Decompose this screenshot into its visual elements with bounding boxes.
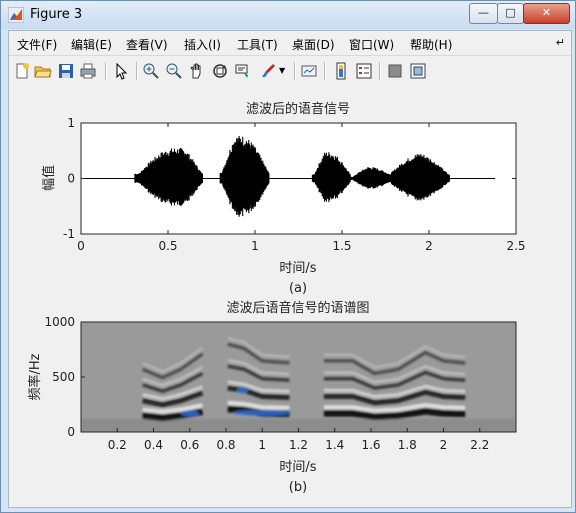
- plot-b-caption: (b): [289, 480, 307, 495]
- figure-canvas: 滤波后的语音信号 0 0.5 1 1.5 2 2.5 -1 0 1 幅值 时间/s (a) 滤波…: [9, 86, 571, 507]
- link-plot-icon[interactable]: [300, 62, 318, 80]
- matlab-icon: [8, 7, 24, 23]
- plot-b-ytick-label: 500: [52, 370, 75, 384]
- toolbar: ▼: [9, 55, 571, 87]
- menu-tools[interactable]: 工具(T): [237, 36, 278, 53]
- colorbar-icon[interactable]: [332, 62, 350, 80]
- toolbar-separator: [294, 62, 296, 80]
- plot-b-xtick-label: 0.6: [180, 438, 199, 452]
- plot-a-ytick-label: 0: [67, 172, 75, 186]
- toolbar-separator: [324, 62, 326, 80]
- maximize-button[interactable]: □: [497, 3, 524, 24]
- plot-b-xtick-label: 1.2: [289, 438, 308, 452]
- plot-b-xtick-label: 0.2: [108, 438, 127, 452]
- zoom-in-icon[interactable]: [142, 62, 160, 80]
- legend-icon[interactable]: [355, 62, 373, 80]
- pan-icon[interactable]: [188, 62, 206, 80]
- plot-a-xlabel: 时间/s: [279, 261, 316, 276]
- hide-plot-tools-icon[interactable]: [386, 62, 404, 80]
- menu-overflow-icon[interactable]: ↵: [556, 36, 565, 49]
- new-figure-icon[interactable]: [13, 62, 31, 80]
- dropdown-arrow-icon[interactable]: ▼: [279, 62, 289, 80]
- plot-b-title: 滤波后语音信号的语谱图: [226, 300, 369, 316]
- menu-bar: 文件(F) 编辑(E) 查看(V) 插入(I) 工具(T) 桌面(D) 窗口(W…: [9, 31, 571, 55]
- plot-b-xtick-label: 1.4: [325, 438, 344, 452]
- menu-window[interactable]: 窗口(W): [349, 36, 394, 53]
- plot-b-energy-peak: [180, 410, 199, 417]
- data-cursor-icon[interactable]: [234, 62, 252, 80]
- plot-b-energy-peak: [233, 409, 292, 416]
- plot-a-xtick-label: 1: [251, 239, 259, 253]
- menu-view[interactable]: 查看(V): [126, 36, 168, 53]
- close-button[interactable]: ✕: [523, 3, 570, 24]
- plot-a-ytick-label: 1: [67, 116, 75, 130]
- figure-window: Figure 3 — □ ✕ 文件(F) 编辑(E) 查看(V) 插入(I) 工…: [0, 0, 576, 513]
- figure-plots: 滤波后的语音信号 0 0.5 1 1.5 2 2.5-101 幅值 时间/s (a) 滤波…: [27, 101, 526, 495]
- window-title: Figure 3: [30, 7, 83, 22]
- menu-file[interactable]: 文件(F): [17, 36, 57, 53]
- plot-b-ylabel: 频率/Hz: [27, 353, 43, 400]
- plot-b-xtick-label: 2.2: [470, 438, 489, 452]
- toolbar-separator: [105, 62, 107, 80]
- plot-a-ylabel: 幅值: [41, 165, 57, 191]
- menu-edit[interactable]: 编辑(E): [71, 36, 112, 53]
- toolbar-separator: [379, 62, 381, 80]
- plot-a-title: 滤波后的语音信号: [246, 101, 350, 117]
- plot-b-ytick-label: 1000: [44, 315, 75, 329]
- plot-a-xtick-label: 0.5: [158, 239, 177, 253]
- plot-b-xtick-label: 2: [440, 438, 448, 452]
- plot-b-xtick-label: 1.6: [361, 438, 380, 452]
- plot-b-xtick-label: 0.8: [216, 438, 235, 452]
- plot-b-energy-peak: [236, 387, 248, 394]
- minimize-button[interactable]: —: [469, 3, 498, 24]
- print-icon[interactable]: [79, 62, 97, 80]
- open-file-icon[interactable]: [34, 62, 52, 80]
- pointer-icon[interactable]: [112, 62, 130, 80]
- plot-a-xtick-label: 2.5: [506, 239, 525, 253]
- rotate-3d-icon[interactable]: [211, 62, 229, 80]
- plot-a-ytick-label: -1: [63, 227, 75, 241]
- plot-b-xtick-label: 1: [258, 438, 266, 452]
- menu-desktop[interactable]: 桌面(D): [292, 36, 335, 53]
- zoom-out-icon[interactable]: [165, 62, 183, 80]
- save-icon[interactable]: [57, 62, 75, 80]
- title-bar[interactable]: Figure 3 — □ ✕: [1, 1, 575, 29]
- plot-b-ytick-label: 0: [67, 425, 75, 439]
- brush-icon[interactable]: [259, 62, 277, 80]
- toolbar-separator: [136, 62, 138, 80]
- show-plot-tools-icon[interactable]: [409, 62, 427, 80]
- plot-b-xtick-label: 0.4: [144, 438, 163, 452]
- plot-b-xtick-label: 1.8: [398, 438, 417, 452]
- plot-a-xtick-label: 1.5: [332, 239, 351, 253]
- plot-a-caption: (a): [289, 281, 307, 296]
- plot-a-xtick-label: 0: [77, 239, 85, 253]
- menu-insert[interactable]: 插入(I): [184, 36, 221, 53]
- figure-client-area: 文件(F) 编辑(E) 查看(V) 插入(I) 工具(T) 桌面(D) 窗口(W…: [8, 30, 572, 508]
- menu-help[interactable]: 帮助(H): [410, 36, 452, 53]
- plot-a-xtick-label: 2: [425, 239, 433, 253]
- plot-b-xlabel: 时间/s: [279, 460, 316, 475]
